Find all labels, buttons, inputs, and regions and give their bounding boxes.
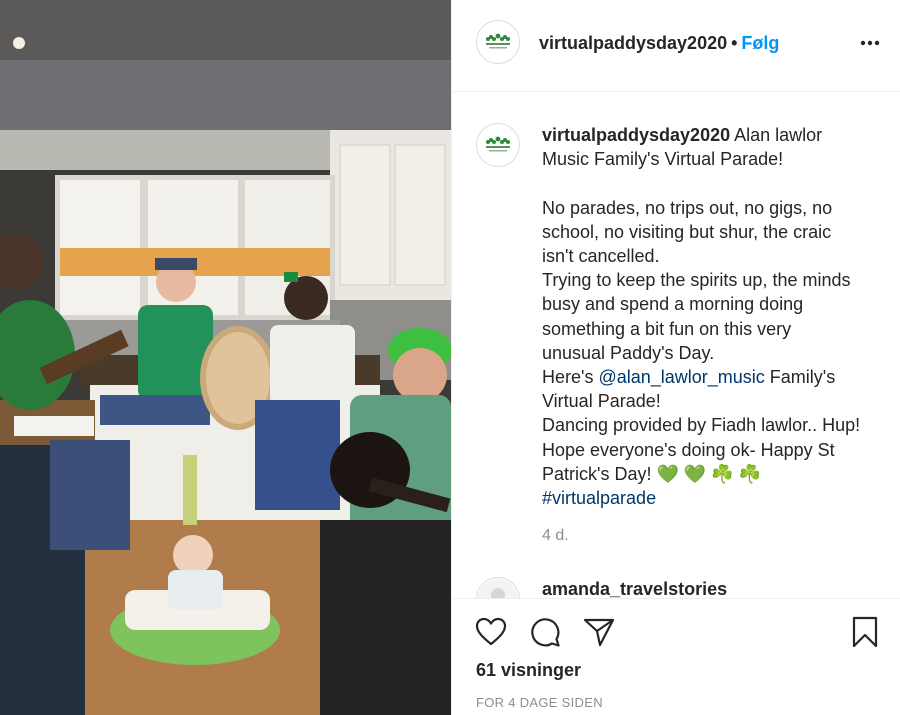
comment-icon[interactable] xyxy=(528,615,562,649)
post-video[interactable] xyxy=(0,0,451,715)
heart-icon[interactable] xyxy=(474,615,508,649)
caption-line: isn't cancelled. xyxy=(542,246,660,266)
post-header: virtualpaddysday2020 • Følg xyxy=(452,0,900,92)
caption-line: No parades, no trips out, no gigs, no xyxy=(542,197,833,218)
hashtag-link[interactable]: #virtualparade xyxy=(542,486,894,510)
post-date[interactable]: FOR 4 DAGE SIDEN xyxy=(476,695,603,710)
post-side-panel: virtualpaddysday2020 • Følg virtualpaddy… xyxy=(451,0,900,715)
bookmark-icon[interactable] xyxy=(848,615,882,649)
author-username[interactable]: virtualpaddysday2020 xyxy=(539,33,727,53)
separator-dot: • xyxy=(731,33,738,53)
post-actions: 61 visninger FOR 4 DAGE SIDEN xyxy=(452,598,900,715)
author-avatar[interactable] xyxy=(476,20,520,64)
caption-line: Virtual Parade! xyxy=(542,391,661,412)
caption-line: unusual Paddy's Day. xyxy=(542,342,715,363)
caption-line: Trying to keep the spirits up, the minds xyxy=(542,270,851,291)
share-icon[interactable] xyxy=(582,615,616,649)
commenter-username[interactable]: amanda_travelstories xyxy=(542,579,727,598)
caption-line: school, no visiting but shur, the craic xyxy=(542,221,832,242)
caption-line: virtualpaddysday2020 Alan lawlor xyxy=(542,123,894,147)
follow-button[interactable]: Følg xyxy=(741,33,779,53)
more-options-icon[interactable] xyxy=(857,30,883,56)
shamrock-logo-icon xyxy=(478,22,518,62)
caption-line: busy and spend a morning doing xyxy=(542,294,804,315)
caption-line: Patrick's Day! 💚 💚 ☘️ ☘️ xyxy=(542,463,762,484)
commenter-avatar[interactable] xyxy=(476,577,520,598)
post-caption: virtualpaddysday2020 Alan lawlor Music F… xyxy=(542,123,894,510)
caption-line: Hope everyone's doing ok- Happy St xyxy=(542,439,835,460)
shamrock-logo-icon xyxy=(478,125,518,165)
avatar-image-icon xyxy=(478,579,518,598)
caption-text: Alan lawlor xyxy=(730,125,823,145)
caption-line: Dancing provided by Fiadh lawlor.. Hup! xyxy=(542,415,861,436)
caption-line: something a bit fun on this very xyxy=(542,318,792,339)
caption-text: Here's xyxy=(542,367,599,388)
caption-timestamp[interactable]: 4 d. xyxy=(542,527,569,545)
caption-username[interactable]: virtualpaddysday2020 xyxy=(542,125,730,145)
caption-author-avatar[interactable] xyxy=(476,123,520,167)
mention-link[interactable]: @alan_lawlor_music xyxy=(598,367,764,387)
comments-section[interactable]: virtualpaddysday2020 Alan lawlor Music F… xyxy=(452,93,900,598)
header-text: virtualpaddysday2020 • Følg xyxy=(539,32,779,54)
caption-line: Music Family's Virtual Parade! xyxy=(542,149,784,170)
view-count[interactable]: 61 visninger xyxy=(476,660,581,681)
caption-line: Here's @alan_lawlor_music Family's xyxy=(542,365,894,389)
comment-item: amanda_travelstories xyxy=(452,573,900,598)
caption-text: Family's xyxy=(764,367,836,388)
video-frame-family-music xyxy=(0,0,451,715)
